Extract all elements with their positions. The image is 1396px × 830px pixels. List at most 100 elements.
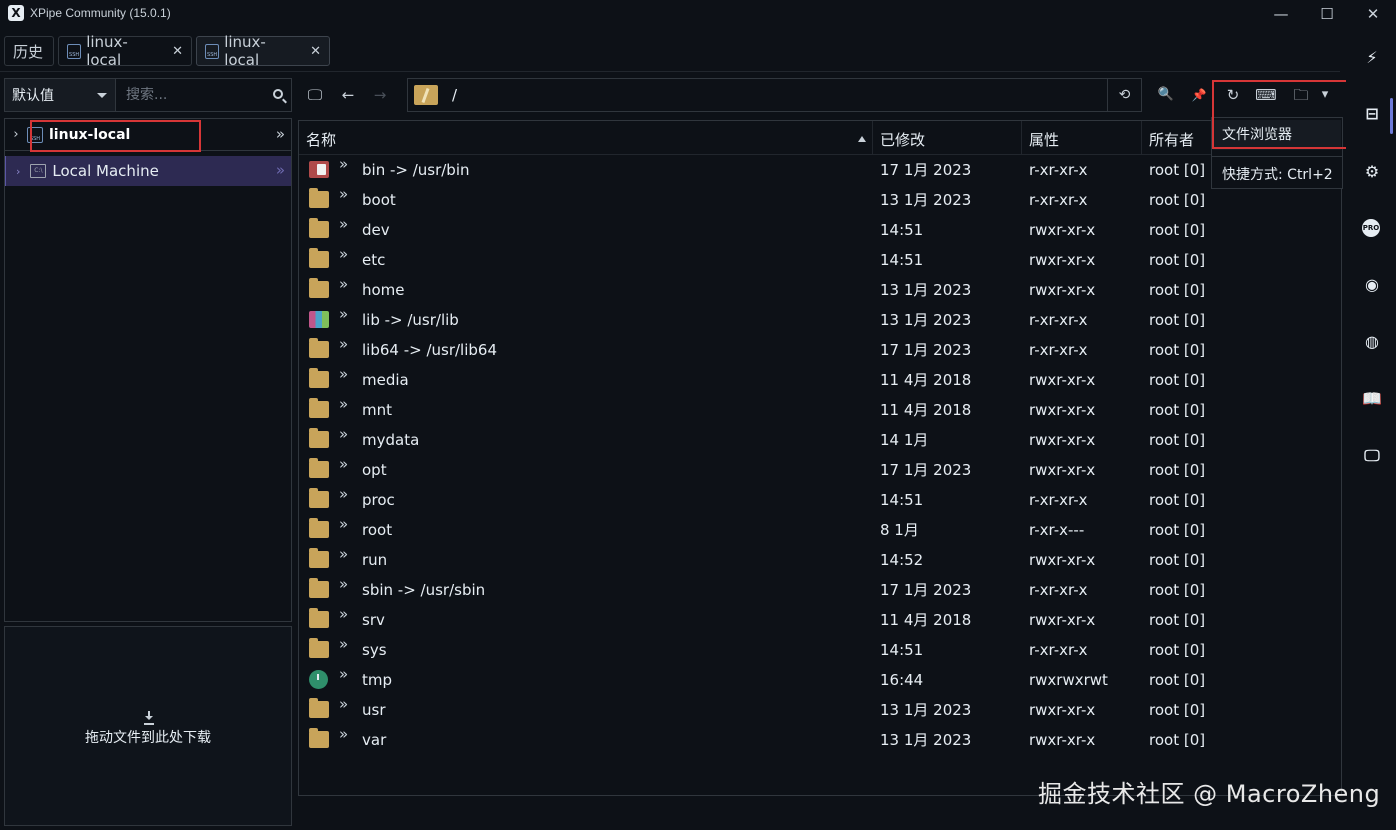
file-owner: root [0] xyxy=(1149,641,1206,659)
double-chevron-icon[interactable]: » xyxy=(339,215,348,233)
chevron-right-icon[interactable]: › xyxy=(16,165,20,178)
pro-icon[interactable]: PRO xyxy=(1362,219,1380,237)
table-row[interactable]: » lib -> /usr/lib 13 1月 2023 r-xr-xr-x root … xyxy=(299,305,1341,335)
double-chevron-icon[interactable]: » xyxy=(339,515,348,533)
folder-icon xyxy=(309,638,329,658)
double-chevron-icon[interactable]: » xyxy=(339,185,348,203)
docs-book-icon[interactable]: 📖 xyxy=(1362,389,1382,409)
search-input[interactable] xyxy=(116,79,291,111)
file-modified: 16:44 xyxy=(880,671,924,689)
folder-icon xyxy=(309,578,329,598)
file-owner: root [0] xyxy=(1149,311,1206,329)
file-attributes: rwxr-xr-x xyxy=(1029,701,1096,719)
column-header-modified[interactable]: 已修改 xyxy=(873,121,1022,155)
double-chevron-icon[interactable]: » xyxy=(339,335,348,353)
file-owner: root [0] xyxy=(1149,671,1206,689)
double-chevron-icon[interactable]: » xyxy=(339,245,348,263)
file-name: lib -> /usr/lib xyxy=(362,311,459,329)
search-box xyxy=(116,78,292,112)
file-owner: root [0] xyxy=(1149,191,1206,209)
double-chevron-icon[interactable]: » xyxy=(339,485,348,503)
file-name: srv xyxy=(362,611,385,629)
column-header-name[interactable]: 名称 xyxy=(299,121,873,155)
desktop-icon[interactable]: 🖵 xyxy=(1362,446,1382,466)
file-name: mydata xyxy=(362,431,420,449)
category-select[interactable]: 默认值 xyxy=(4,78,116,112)
tab-linux-local-2[interactable]: SSH linux-local ✕ xyxy=(196,33,330,69)
table-row[interactable]: » run 14:52 rwxr-xr-x root [0] xyxy=(299,545,1341,575)
double-chevron-icon[interactable]: » xyxy=(339,155,348,173)
double-chevron-icon[interactable]: » xyxy=(339,455,348,473)
plug-icon[interactable]: ⚡ xyxy=(1362,48,1382,68)
right-sidebar: ⚡ ⊟ ⚙ PRO ◉ ◍ 📖 🖵 xyxy=(1346,28,1396,830)
double-chevron-icon[interactable]: » xyxy=(339,635,348,653)
double-chevron-icon[interactable]: » xyxy=(339,395,348,413)
table-row[interactable]: » var 13 1月 2023 rwxr-xr-x root [0] xyxy=(299,725,1341,755)
table-row[interactable]: » root 8 1月 r-xr-x--- root [0] xyxy=(299,515,1341,545)
double-chevron-icon[interactable]: » xyxy=(339,305,348,323)
file-browser-icon[interactable]: ⊟ xyxy=(1362,104,1382,124)
column-label: 所有者 xyxy=(1149,131,1195,149)
pin-icon[interactable]: 📌 xyxy=(1188,84,1210,106)
table-row[interactable]: » media 11 4月 2018 rwxr-xr-x root [0] xyxy=(299,365,1341,395)
table-row[interactable]: » tmp 16:44 rwxrwxrwt root [0] xyxy=(299,665,1341,695)
folder-icon xyxy=(309,698,329,718)
history-icon[interactable]: ⟲ xyxy=(1107,79,1141,111)
current-path[interactable]: / xyxy=(452,86,457,104)
table-row[interactable]: » mnt 11 4月 2018 rwxr-xr-x root [0] xyxy=(299,395,1341,425)
table-row[interactable]: » boot 13 1月 2023 r-xr-xr-x root [0] xyxy=(299,185,1341,215)
double-chevron-icon[interactable]: » xyxy=(339,695,348,713)
double-chevron-icon[interactable]: » xyxy=(339,575,348,593)
table-row[interactable]: » proc 14:51 r-xr-xr-x root [0] xyxy=(299,485,1341,515)
close-window-button[interactable]: ✕ xyxy=(1350,0,1396,28)
file-modified: 17 1月 2023 xyxy=(880,581,972,599)
folder-icon xyxy=(309,248,329,268)
monitor-icon[interactable]: 🖵 xyxy=(304,84,326,106)
table-row[interactable]: » sys 14:51 r-xr-xr-x root [0] xyxy=(299,635,1341,665)
forward-arrow-icon[interactable]: → xyxy=(369,84,391,106)
search-icon xyxy=(273,89,283,99)
table-row[interactable]: » etc 14:51 rwxr-xr-x root [0] xyxy=(299,245,1341,275)
double-chevron-icon[interactable]: » xyxy=(339,365,348,383)
dropzone-label: 拖动文件到此处下载 xyxy=(85,730,211,746)
search-icon[interactable]: 🔍 xyxy=(1155,84,1177,106)
maximize-button[interactable]: ☐ xyxy=(1304,0,1350,28)
double-chevron-icon[interactable]: » xyxy=(339,425,348,443)
file-modified: 14:51 xyxy=(880,251,924,269)
file-owner: root [0] xyxy=(1149,161,1206,179)
file-modified: 13 1月 2023 xyxy=(880,731,972,749)
chevron-right-icon[interactable]: › xyxy=(5,127,27,142)
table-row[interactable]: » mydata 14 1月 rwxr-xr-x root [0] xyxy=(299,425,1341,455)
table-row[interactable]: » sbin -> /usr/sbin 17 1月 2023 r-xr-xr-x roo… xyxy=(299,575,1341,605)
tab-history[interactable]: 历史 xyxy=(4,36,54,66)
table-row[interactable]: » lib64 -> /usr/lib64 17 1月 2023 r-xr-xr-x r… xyxy=(299,335,1341,365)
column-header-attributes[interactable]: 属性 xyxy=(1022,121,1142,155)
settings-icon[interactable]: ⚙ xyxy=(1362,162,1382,182)
download-dropzone[interactable]: 拖动文件到此处下载 xyxy=(4,626,292,826)
table-row[interactable]: » opt 17 1月 2023 rwxr-xr-x root [0] xyxy=(299,455,1341,485)
table-row[interactable]: » usr 13 1月 2023 rwxr-xr-x root [0] xyxy=(299,695,1341,725)
double-chevron-icon[interactable]: » xyxy=(339,605,348,623)
discord-icon[interactable]: ◍ xyxy=(1362,332,1382,352)
table-row[interactable]: » dev 14:51 rwxr-xr-x root [0] xyxy=(299,215,1341,245)
table-row[interactable]: » bin -> /usr/bin 17 1月 2023 r-xr-xr-x root … xyxy=(299,155,1341,185)
table-row[interactable]: » home 13 1月 2023 rwxr-xr-x root [0] xyxy=(299,275,1341,305)
github-icon[interactable]: ◉ xyxy=(1362,275,1382,295)
folder-icon xyxy=(309,188,329,208)
double-chevron-icon[interactable]: » xyxy=(339,725,348,743)
double-chevron-icon[interactable]: » xyxy=(339,665,348,683)
minimize-button[interactable]: — xyxy=(1258,0,1304,28)
path-bar[interactable]: / ⟲ xyxy=(407,78,1142,112)
tree-item-local-machine[interactable]: › C:\ Local Machine » xyxy=(5,156,291,186)
close-tab-icon[interactable]: ✕ xyxy=(310,44,321,59)
back-arrow-icon[interactable]: ← xyxy=(337,84,359,106)
close-tab-icon[interactable]: ✕ xyxy=(172,44,183,59)
expand-icon[interactable]: » xyxy=(276,125,285,143)
expand-icon[interactable]: » xyxy=(276,161,285,179)
file-owner: root [0] xyxy=(1149,281,1206,299)
active-indicator xyxy=(1390,98,1393,134)
tab-linux-local-1[interactable]: SSH linux-local ✕ xyxy=(58,33,192,69)
double-chevron-icon[interactable]: » xyxy=(339,275,348,293)
double-chevron-icon[interactable]: » xyxy=(339,545,348,563)
table-row[interactable]: » srv 11 4月 2018 rwxr-xr-x root [0] xyxy=(299,605,1341,635)
